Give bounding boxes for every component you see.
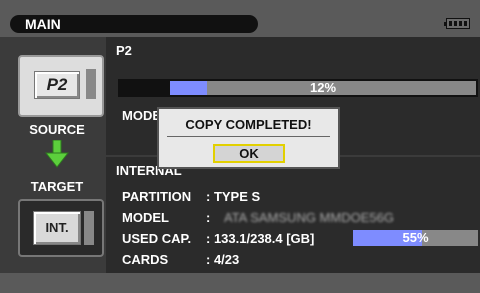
top-bar: MAIN: [0, 0, 480, 37]
partition-row: PARTITION: TYPE S: [122, 189, 261, 204]
p2-model-label: MODE: [122, 108, 161, 123]
target-card-button[interactable]: INT.: [18, 199, 104, 257]
model-value-redacted: ATA SAMSUNG MMDOE56G: [223, 210, 394, 225]
p2-progress-text: 12%: [309, 80, 337, 95]
used-capacity-bar: 55%: [353, 230, 478, 246]
copy-screen: MAIN P2 SOURCE TARGET INT. P2 12% MODE I…: [0, 0, 480, 293]
source-card-button[interactable]: P2: [18, 55, 104, 117]
cards-row: CARDS: 4/23: [122, 252, 240, 267]
target-label: TARGET: [30, 179, 84, 194]
internal-panel: INTERNAL PARTITION: TYPE S MODEL: ATA SA…: [106, 157, 480, 273]
source-label: SOURCE: [29, 122, 85, 137]
p2-card-icon: P2: [34, 71, 80, 99]
dialog-message: COPY COMPLETED!: [185, 117, 312, 132]
bottom-bar: [0, 273, 480, 293]
used-capacity-row: USED CAP.: 133.1/238.4 [GB]: [122, 231, 315, 246]
model-row: MODEL: ATA SAMSUNG MMDOE56G: [122, 210, 394, 225]
internal-drive-icon: INT.: [33, 211, 81, 245]
copy-completed-dialog: COPY COMPLETED! OK: [157, 107, 340, 169]
battery-icon: [444, 18, 470, 29]
arrow-down-icon: [45, 140, 69, 168]
main-title: MAIN: [10, 15, 258, 33]
p2-heading: P2: [116, 43, 132, 58]
used-capacity-text: 55%: [402, 230, 429, 245]
source-target-column: P2 SOURCE TARGET INT.: [8, 37, 106, 273]
p2-progress-bar: 12%: [118, 79, 478, 97]
ok-button[interactable]: OK: [213, 144, 285, 163]
